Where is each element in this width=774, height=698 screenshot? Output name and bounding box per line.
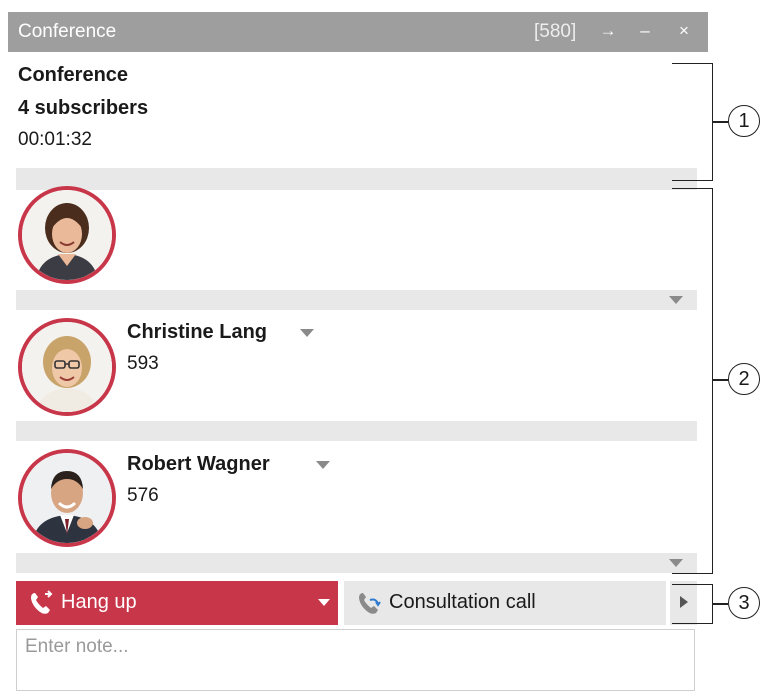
consultation-call-button[interactable]: Consultation call [344, 581, 666, 625]
handset-icon [31, 590, 53, 614]
hang-up-label: Hang up [61, 591, 137, 613]
conference-header: Conference 4 subscribers 00:01:32 [8, 52, 708, 192]
hang-up-button[interactable]: Hang up [16, 581, 338, 625]
avatar-woman-blonde-glasses-icon [22, 322, 112, 412]
window-title: Conference [18, 21, 117, 42]
conference-window: Conference [580] → – × Conference 4 subs… [8, 12, 708, 698]
callout-connector-3 [712, 603, 728, 605]
title-bar[interactable]: Conference [580] → – × [8, 12, 708, 52]
participant-name: Christine Lang [127, 321, 268, 343]
participant-number: 593 [127, 353, 159, 374]
participant-divider [16, 553, 697, 573]
participant-divider [16, 290, 697, 310]
callout-bracket-3 [672, 584, 713, 624]
callout-1: 1 [728, 105, 760, 137]
dropdown-caret-icon[interactable] [316, 461, 330, 469]
minimize-icon[interactable]: – [633, 18, 657, 44]
consultation-call-label: Consultation call [389, 591, 536, 613]
conference-title: Conference [18, 64, 129, 86]
participant-number: 576 [127, 485, 159, 506]
consult-handset-icon [359, 593, 381, 614]
close-icon[interactable]: × [672, 18, 696, 44]
avatar-woman-brown-hair-icon [22, 190, 112, 280]
avatar [18, 449, 116, 547]
participant-divider [16, 421, 697, 441]
subscriber-count: 4 subscribers [18, 97, 149, 119]
hang-up-dropdown-icon[interactable] [318, 599, 330, 606]
callout-connector-1 [712, 121, 728, 123]
callout-bracket-1 [672, 63, 713, 181]
extension-number: [580] [534, 21, 577, 42]
callout-connector-2 [712, 379, 728, 381]
callout-2: 2 [728, 363, 760, 395]
callout-bracket-2 [672, 188, 713, 574]
dropdown-caret-icon[interactable] [300, 329, 314, 337]
header-divider [16, 168, 697, 190]
callout-3: 3 [728, 587, 760, 619]
note-input[interactable] [16, 629, 695, 691]
avatar [18, 186, 116, 284]
pin-icon[interactable]: → [596, 18, 620, 44]
participant-name: Robert Wagner [127, 453, 270, 475]
avatar [18, 318, 116, 416]
avatar-man-suit-icon [22, 453, 112, 543]
call-duration: 00:01:32 [18, 129, 92, 150]
